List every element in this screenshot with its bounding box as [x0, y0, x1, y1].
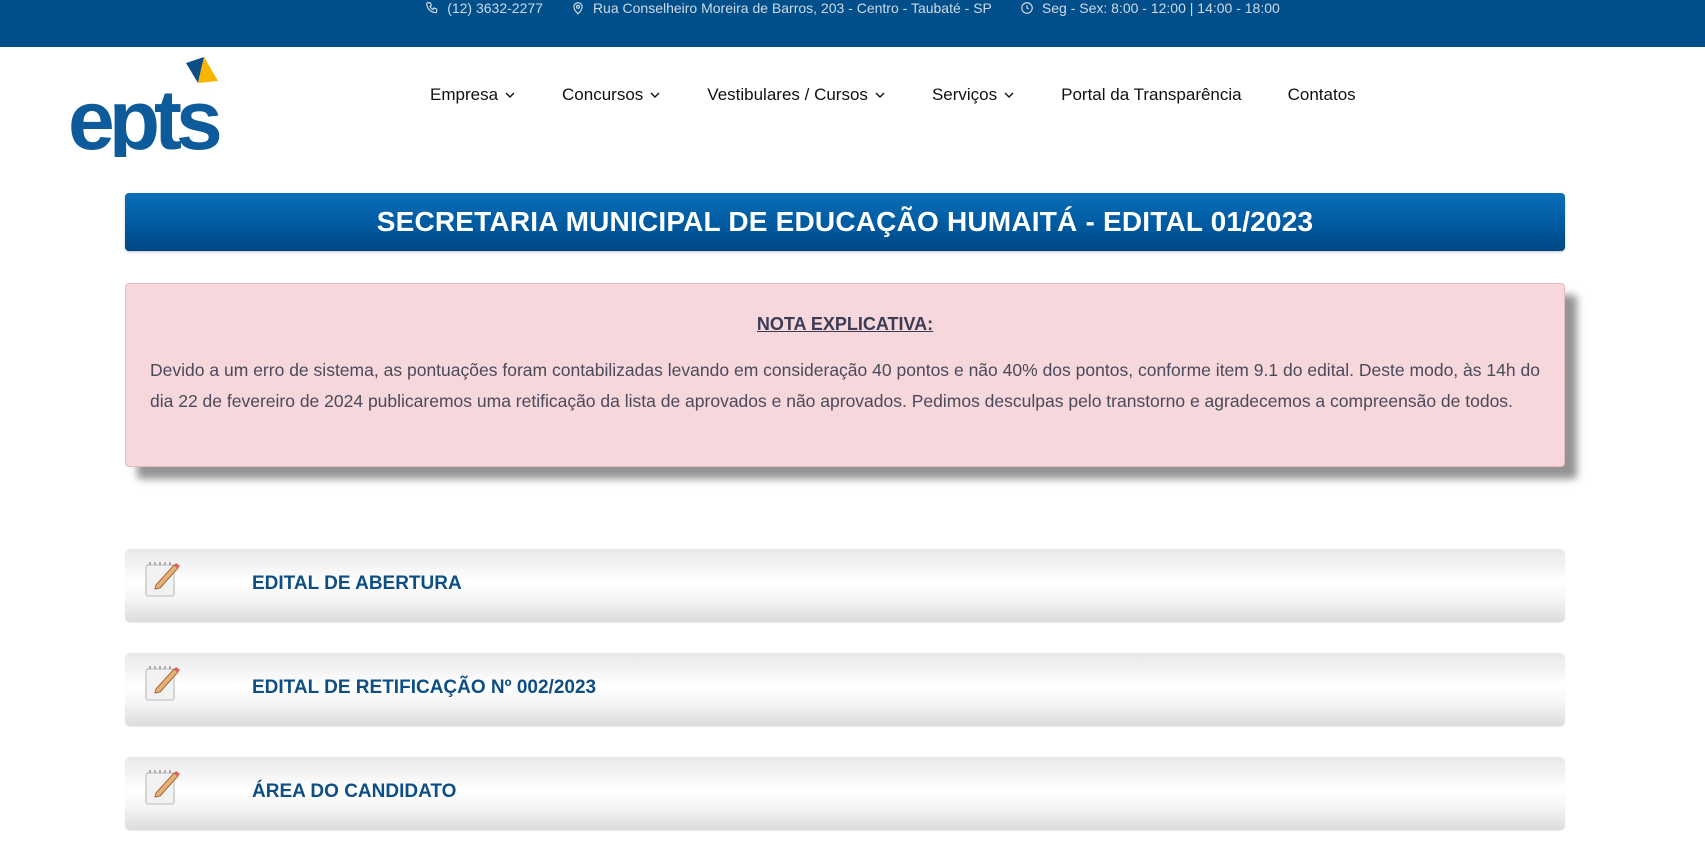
- hours-text: Seg - Sex: 8:00 - 12:00 | 14:00 - 18:00: [1041, 0, 1280, 16]
- chevron-down-icon: [1004, 92, 1014, 98]
- nav-item-concursos[interactable]: Concursos: [562, 85, 661, 105]
- nav-label: Vestibulares / Cursos: [707, 85, 868, 104]
- nav-item-portal-transparencia[interactable]: Portal da Transparência: [1061, 85, 1242, 105]
- note-body: Devido a um erro de sistema, as pontuaçõ…: [150, 360, 1540, 411]
- section-edital-retificacao[interactable]: EDITAL DE RETIFICAÇÃO Nº 002/2023: [125, 653, 1565, 726]
- page-title-banner: SECRETARIA MUNICIPAL DE EDUCAÇÃO HUMAITÁ…: [125, 193, 1565, 251]
- nav-item-vestibulares[interactable]: Vestibulares / Cursos: [707, 85, 886, 105]
- svg-text:epts: epts: [68, 73, 220, 157]
- note-heading: NOTA EXPLICATIVA:: [756, 314, 934, 334]
- nav-label: Empresa: [430, 85, 499, 104]
- phone-icon: [426, 2, 438, 14]
- phone-info: (12) 3632-2277: [425, 0, 543, 16]
- chevron-down-icon: [505, 92, 515, 98]
- notepad-icon: [145, 770, 180, 805]
- nav-item-contatos[interactable]: Contatos: [1288, 85, 1356, 105]
- chevron-down-icon: [875, 92, 885, 98]
- page-title: SECRETARIA MUNICIPAL DE EDUCAÇÃO HUMAITÁ…: [376, 206, 1314, 237]
- phone-text: (12) 3632-2277: [447, 0, 543, 16]
- section-label: EDITAL DE ABERTURA: [252, 573, 462, 594]
- nav-label: Portal da Transparência: [1061, 85, 1242, 104]
- notepad-icon: [145, 562, 180, 597]
- location-pin-icon: [573, 2, 583, 15]
- top-info-bar: (12) 3632-2277 Rua Conselheiro Moreira d…: [0, 0, 1705, 47]
- chevron-down-icon: [650, 92, 660, 98]
- section-label: EDITAL DE RETIFICAÇÃO Nº 002/2023: [252, 677, 597, 698]
- notepad-icon: [145, 666, 180, 701]
- nav-label: Serviços: [931, 85, 998, 104]
- clock-icon: [1021, 2, 1033, 14]
- explanatory-note: NOTA EXPLICATIVA: Devido a um erro de si…: [125, 283, 1565, 467]
- nav-item-empresa[interactable]: Empresa: [430, 85, 516, 105]
- section-label: ÁREA DO CANDIDATO: [252, 781, 457, 802]
- main-nav: Empresa Concursos Vestibulares / Cursos …: [430, 85, 1402, 105]
- section-edital-abertura[interactable]: EDITAL DE ABERTURA: [125, 549, 1565, 622]
- nav-item-servicos[interactable]: Serviços: [932, 85, 1015, 105]
- nav-label: Contatos: [1287, 85, 1356, 104]
- section-area-candidato[interactable]: ÁREA DO CANDIDATO: [125, 757, 1565, 830]
- site-header: epts Empresa Concursos Vestibulares / Cu…: [0, 47, 1705, 174]
- address-text: Rua Conselheiro Moreira de Barros, 203 -…: [592, 0, 992, 16]
- nav-label: Concursos: [562, 85, 644, 104]
- hours-info: Seg - Sex: 8:00 - 12:00 | 14:00 - 18:00: [1020, 0, 1280, 16]
- epts-logo[interactable]: epts: [68, 57, 248, 157]
- address-info: Rua Conselheiro Moreira de Barros, 203 -…: [571, 0, 992, 16]
